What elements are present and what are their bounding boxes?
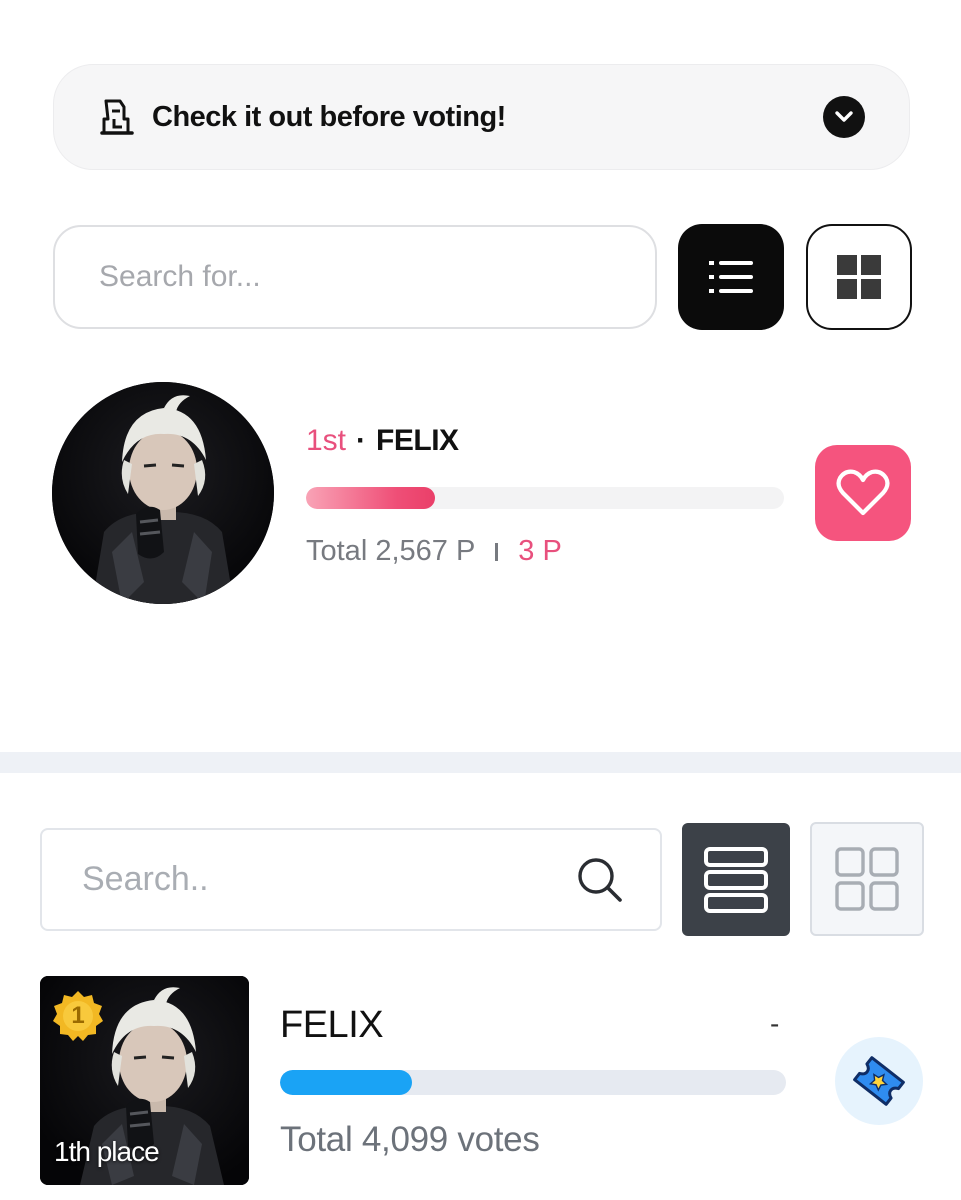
grid-view-icon [835, 847, 899, 911]
vote-progress-fill [306, 487, 436, 509]
candidate-totals: Total 2,567 P 3 P [306, 535, 562, 568]
list-view-button[interactable] [678, 224, 784, 330]
ticket-icon [853, 1056, 905, 1106]
candidate-name: FELIX [280, 1004, 384, 1046]
separator-dot: · [356, 424, 367, 457]
candidate-photo [52, 382, 274, 604]
section-divider [0, 752, 961, 773]
place-label: 1th place [54, 1136, 160, 1167]
ballot-box-icon [100, 99, 134, 135]
list-view-icon [709, 261, 753, 293]
vote-progress-bar [280, 1070, 786, 1095]
grid-view-button[interactable] [806, 224, 912, 330]
heart-icon [836, 469, 890, 516]
rank-label: 1st [306, 424, 347, 457]
card-list-icon [704, 846, 768, 913]
grid-view-button[interactable] [810, 822, 924, 936]
list-view-button[interactable] [682, 823, 790, 936]
search-icon[interactable] [576, 856, 624, 904]
search-input[interactable] [82, 860, 576, 899]
total-points: Total 2,567 P [306, 535, 476, 567]
voting-notice-banner[interactable]: Check it out before voting! [53, 64, 910, 170]
search-box [40, 828, 662, 931]
medal-rank-number: 1 [71, 1002, 85, 1029]
my-points: 3 P [518, 535, 562, 567]
search-box [53, 225, 657, 329]
vote-heart-button[interactable] [815, 445, 911, 541]
notice-text: Check it out before voting! [152, 100, 506, 133]
candidate-rank-line: 1st · FELIX [306, 424, 459, 458]
grid-view-icon [837, 255, 881, 299]
chevron-down-icon[interactable] [823, 96, 865, 138]
vote-progress-bar [306, 487, 784, 509]
candidate-name: FELIX [376, 424, 459, 457]
divider-bar [495, 542, 499, 561]
candidate-avatar[interactable] [52, 382, 274, 604]
vote-progress-fill [280, 1070, 412, 1095]
total-votes: Total 4,099 votes [280, 1120, 540, 1159]
rank-change: - [770, 1008, 780, 1039]
vote-ticket-button[interactable] [835, 1037, 923, 1125]
search-input[interactable] [99, 260, 600, 294]
candidate-thumbnail[interactable]: 1 1th place [40, 976, 249, 1185]
